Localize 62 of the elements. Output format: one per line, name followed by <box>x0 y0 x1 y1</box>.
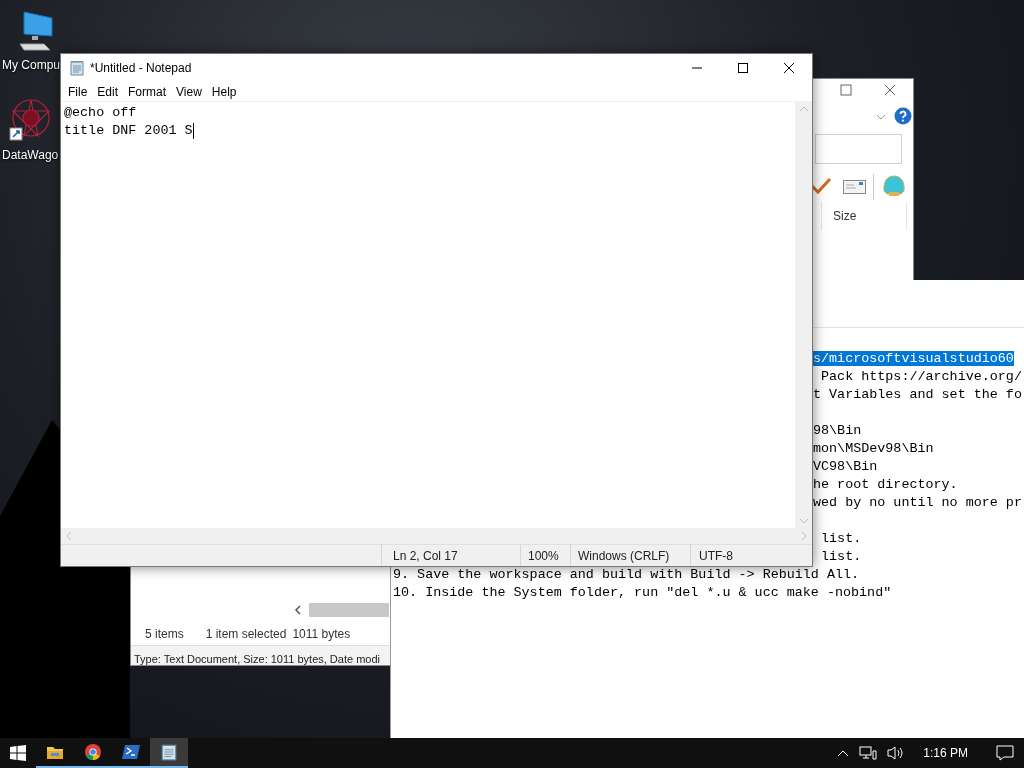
scroll-down-icon <box>799 519 808 524</box>
menu-item[interactable]: Help <box>206 82 242 101</box>
envelope-icon[interactable] <box>843 180 866 194</box>
scroll-left-icon <box>66 532 71 540</box>
text-line: 10. Inside the System folder, run "del *.u & ucc make -nobind" <box>393 585 892 600</box>
close-icon <box>784 63 794 73</box>
editor-line: title DNF 2001 S <box>64 122 193 140</box>
text-line: t Variables and set the fo <box>813 387 1022 402</box>
network-icon[interactable] <box>859 745 878 761</box>
editor-line: @echo off <box>64 104 137 122</box>
text-caret <box>192 123 194 139</box>
text-line: he root directory. <box>813 477 958 492</box>
computer-icon <box>16 10 56 52</box>
close-icon[interactable] <box>884 84 896 96</box>
text-editor[interactable]: @echo off title DNF 2001 S <box>61 102 795 528</box>
browser-icon <box>84 743 102 761</box>
text-line: 98\Bin <box>813 423 862 438</box>
text-line: wed by no until no more pr <box>813 495 1022 510</box>
zoom-level: 100% <box>528 547 559 565</box>
menu-item[interactable]: File <box>63 82 93 101</box>
text-line: mon\MSDev98\Bin <box>813 441 934 456</box>
selection-count: 1 item selected <box>205 626 287 643</box>
help-icon[interactable] <box>894 107 912 125</box>
encoding: UTF-8 <box>699 547 733 565</box>
text-line: Pack https://archive.org/ <box>820 369 1022 384</box>
item-count: 5 items <box>145 626 184 643</box>
window-title: *Untitled - Notepad <box>90 60 192 77</box>
scroll-up-icon <box>799 106 808 111</box>
details-text: Type: Text Document, Size: 1011 bytes, Date modi <box>134 653 380 665</box>
desktop-icon-label: DataWago <box>2 147 59 164</box>
minimize-icon <box>692 67 702 69</box>
search-field[interactable] <box>815 134 902 164</box>
text-line: VC98\Bin <box>813 459 878 474</box>
text-line: list. <box>820 531 862 546</box>
desktop-icon-label: My Compu <box>2 57 60 74</box>
cursor-position: Ln 2, Col 17 <box>393 547 458 565</box>
checkmark-icon[interactable] <box>810 177 832 195</box>
line-ending: Windows (CRLF) <box>578 547 670 565</box>
text-line: 9. Save the workspace and build with Build -> Rebuild All. <box>393 567 860 582</box>
windows-logo-icon <box>10 745 26 761</box>
column-header[interactable]: Size <box>833 207 857 225</box>
folder-icon <box>46 744 64 760</box>
menu-item[interactable]: View <box>171 82 207 101</box>
notepad-icon <box>69 60 85 76</box>
horizontal-scrollbar[interactable] <box>61 528 812 544</box>
scroll-right-icon <box>802 532 807 540</box>
terminal-icon <box>122 744 140 760</box>
taskbar-app-button[interactable] <box>150 738 188 768</box>
volume-icon[interactable] <box>887 745 906 761</box>
notepad-icon <box>160 743 178 761</box>
text-line: list. <box>820 549 862 564</box>
menu-item[interactable]: Format <box>123 82 172 101</box>
scrollbar-thumb[interactable] <box>309 603 389 617</box>
chevron-down-icon[interactable] <box>876 113 886 121</box>
maximize-icon <box>738 63 748 73</box>
vertical-scrollbar[interactable] <box>795 102 812 528</box>
clock[interactable]: 1:16 PM <box>915 744 976 762</box>
notification-icon[interactable] <box>996 745 1014 761</box>
menu-item[interactable]: Edit <box>92 82 124 101</box>
chevron-up-icon[interactable] <box>837 749 850 757</box>
maximize-icon[interactable] <box>840 84 852 96</box>
selection-size: 1011 bytes <box>292 626 351 643</box>
